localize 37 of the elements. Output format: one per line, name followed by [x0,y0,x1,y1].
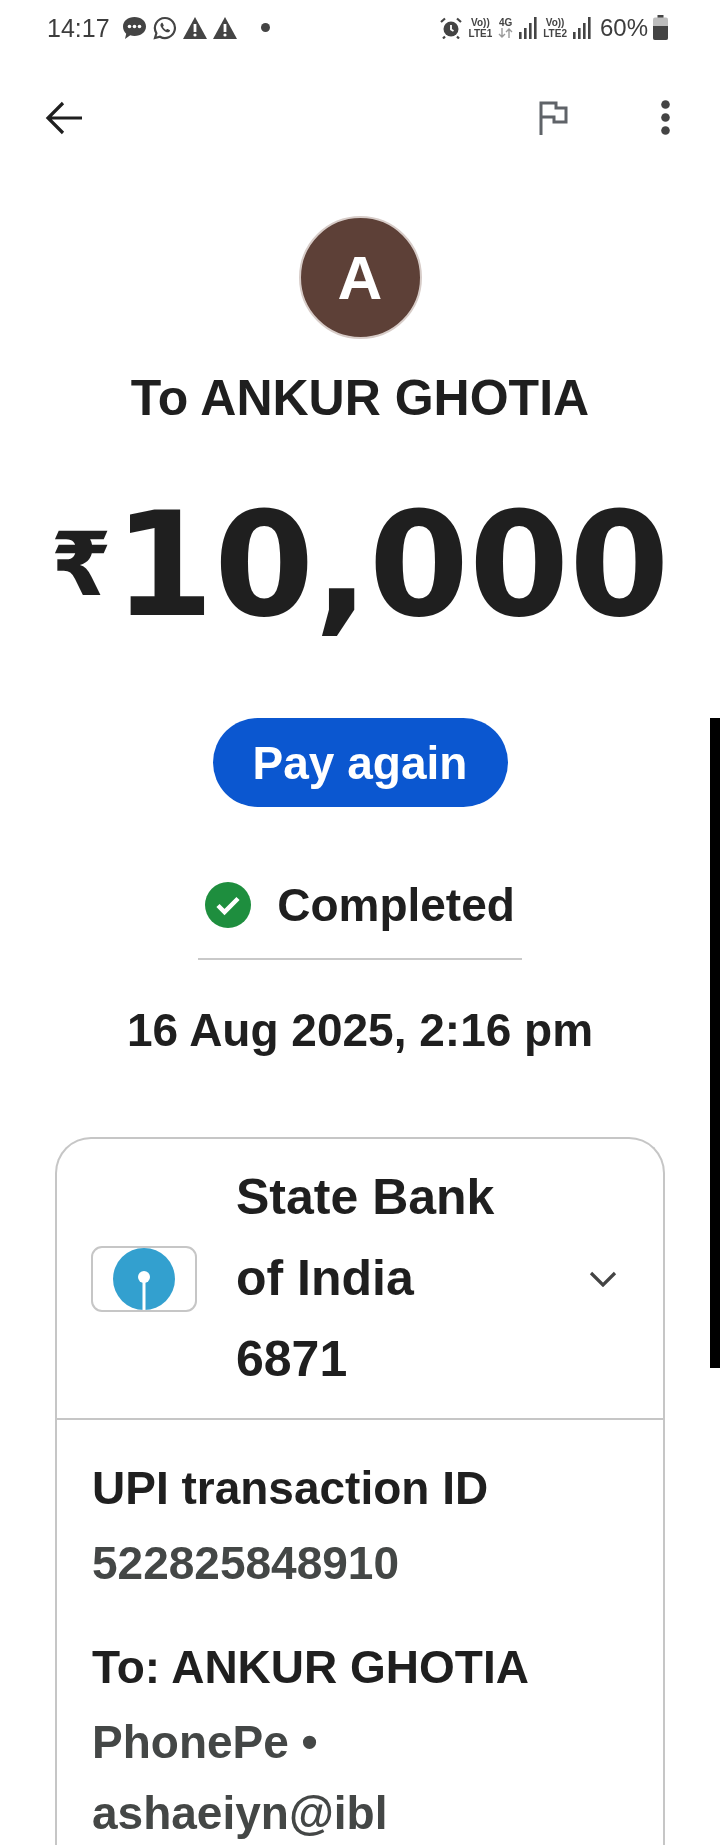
warning-icon [182,16,207,39]
battery-icon [653,15,668,40]
bank-name: State Bank of India [236,1168,496,1308]
back-arrow-icon[interactable] [45,100,83,135]
network-label: LTE1 [468,27,493,39]
battery-percentage: 60% [599,12,648,43]
transaction-date: 16 Aug 2025, 2:16 pm [126,1003,594,1058]
volte-label: Vo)) [545,16,565,28]
data-arrows-icon [498,28,514,38]
alarm-icon [439,16,462,39]
message-icon [121,15,147,40]
detail-label: UPI transaction ID [92,1461,490,1516]
status-time: 14:17 [47,12,110,43]
status-label: Completed [277,880,515,930]
data-type-label: 4G [499,17,513,28]
signal-icon [572,16,591,39]
flag-icon[interactable] [539,100,568,135]
dot-icon [260,23,270,32]
recipient-title: To ANKUR GHOTIA [130,369,590,428]
pay-again-button[interactable]: Pay again [212,718,508,807]
amount-value: 10,000 [113,493,670,637]
bank-logo-icon [91,1245,197,1312]
signal-icon [519,16,538,39]
network-label: LTE2 [543,27,567,39]
detail-value: 522825848910 [92,1536,400,1591]
chevron-down-icon[interactable] [589,1270,617,1287]
scroll-bar[interactable] [710,718,720,1368]
detail-value: PhonePe • ashaeiyn@ibl [92,1715,389,1841]
check-circle-icon [205,882,252,928]
avatar: A [298,216,422,339]
volte-label: Vo)) [471,16,490,28]
warning-icon [212,16,237,39]
more-options-icon[interactable] [661,100,670,135]
currency-symbol: ₹ [50,521,112,609]
account-number: 6871 [236,1330,349,1389]
detail-label: To: ANKUR GHOTIA [92,1640,530,1695]
whatsapp-icon [152,15,177,40]
